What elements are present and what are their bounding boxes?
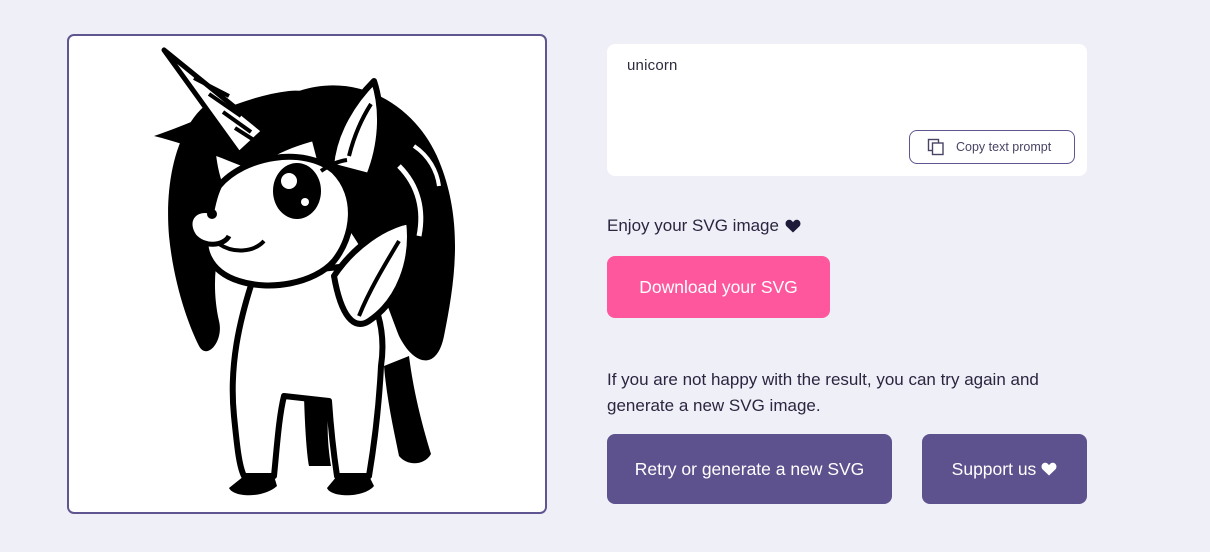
copy-text-prompt-label: Copy text prompt	[956, 140, 1052, 154]
enjoy-text: Enjoy your SVG image	[607, 216, 779, 235]
prompt-text: unicorn	[627, 57, 678, 74]
heart-icon	[1041, 462, 1057, 476]
unicorn-illustration	[154, 47, 456, 496]
generated-image-frame	[67, 34, 547, 514]
support-us-button[interactable]: Support us	[922, 434, 1087, 504]
copy-icon	[927, 138, 944, 156]
support-us-label: Support us	[951, 458, 1037, 479]
enjoy-message: Enjoy your SVG image	[607, 216, 801, 236]
download-svg-button[interactable]: Download your SVG	[607, 256, 830, 318]
heart-icon	[785, 219, 801, 233]
retry-generate-button[interactable]: Retry or generate a new SVG	[607, 434, 892, 504]
prompt-card: unicorn Copy text prompt	[607, 44, 1087, 176]
copy-text-prompt-button[interactable]: Copy text prompt	[909, 130, 1075, 164]
retry-note-text: If you are not happy with the result, yo…	[607, 370, 1039, 415]
